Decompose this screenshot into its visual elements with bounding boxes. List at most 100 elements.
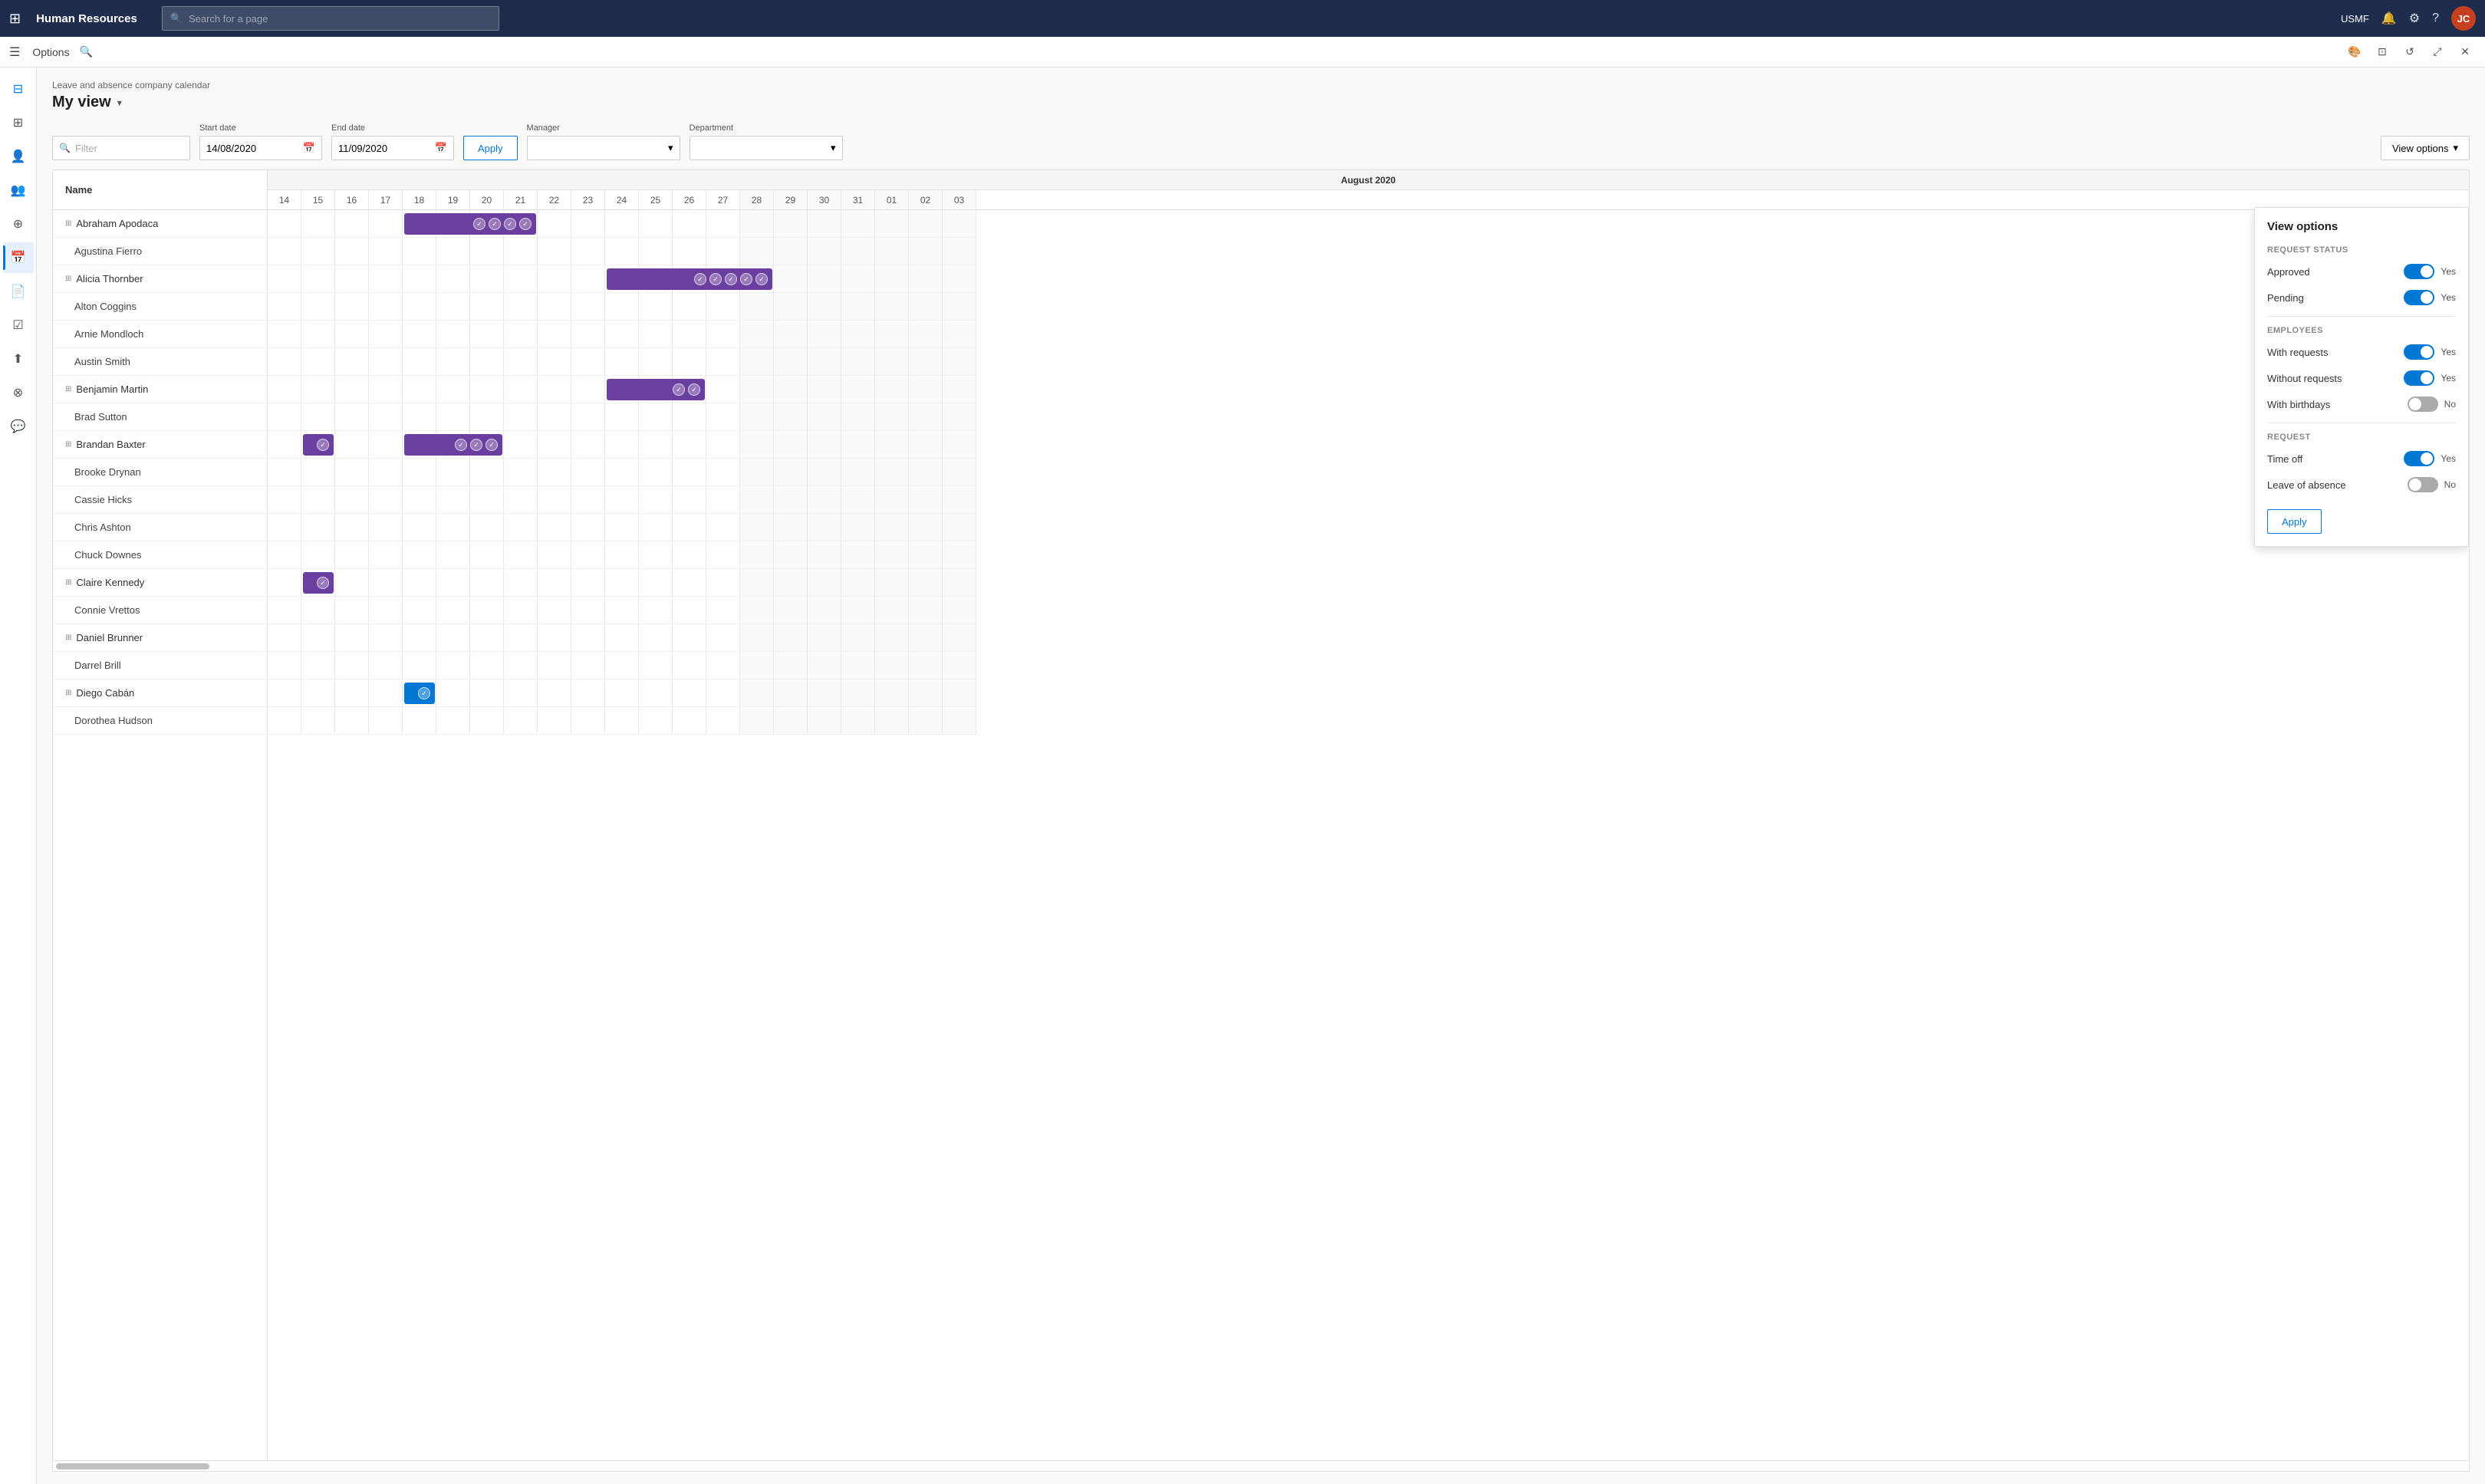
sidebar-item-filter[interactable]: ⊟ — [3, 74, 34, 104]
name-row-5[interactable]: Austin Smith — [53, 348, 267, 376]
department-dropdown[interactable]: ▾ — [690, 136, 843, 160]
grid-cell-5-9 — [571, 348, 605, 375]
name-row-16[interactable]: Darrel Brill — [53, 652, 267, 679]
event-block-row0[interactable]: ✓✓✓✓ — [404, 213, 536, 235]
expand-icon[interactable]: ⊞ — [65, 440, 71, 449]
grid-cell-14-15 — [774, 597, 808, 624]
apply-button[interactable]: Apply — [463, 136, 518, 160]
sidebar-item-network[interactable]: ⊗ — [3, 377, 34, 408]
name-row-14[interactable]: Connie Vrettos — [53, 597, 267, 624]
search-bar[interactable]: 🔍 Search for a page — [162, 6, 499, 31]
event-block-row8[interactable]: ✓✓✓ — [404, 434, 502, 456]
grid-icon[interactable]: ⊞ — [9, 11, 21, 27]
horizontal-scrollbar[interactable] — [52, 1461, 2470, 1472]
event-block-row17[interactable]: ✓ — [404, 683, 435, 704]
nav-search-button[interactable]: 🔍 — [79, 44, 94, 60]
sidebar-item-person[interactable]: 👤 — [3, 141, 34, 172]
name-row-17[interactable]: ⊞Diego Cabán — [53, 679, 267, 707]
sidebar-item-docs[interactable]: 📄 — [3, 276, 34, 307]
event-block-row13[interactable]: ✓ — [303, 572, 334, 594]
sidebar-item-dashboard[interactable]: ⊞ — [3, 107, 34, 138]
name-row-6[interactable]: ⊞Benjamin Martin — [53, 376, 267, 403]
sidebar-item-checklist[interactable]: ☑ — [3, 310, 34, 341]
sidebar-item-calendar[interactable]: 📅 — [3, 242, 34, 273]
name-row-18[interactable]: Dorothea Hudson — [53, 707, 267, 735]
grid-cell-7-13 — [706, 403, 740, 430]
title-chevron-icon[interactable]: ▾ — [117, 97, 122, 108]
grid-cell-13-20 — [943, 569, 976, 596]
help-icon[interactable]: ? — [2432, 12, 2439, 25]
split-icon[interactable]: ⊡ — [2371, 41, 2393, 63]
days-row: 1415161718192021222324252627282930310102… — [268, 190, 2469, 210]
event-block-row8[interactable]: ✓ — [303, 434, 334, 456]
sidebar-item-upload[interactable]: ⬆ — [3, 344, 34, 374]
pending-toggle[interactable] — [2404, 290, 2434, 305]
name-row-10[interactable]: Cassie Hicks — [53, 486, 267, 514]
event-check-icon: ✓ — [317, 577, 329, 589]
bell-icon[interactable]: 🔔 — [2381, 11, 2397, 26]
sidebar-item-team[interactable]: 👥 — [3, 175, 34, 206]
name-row-13[interactable]: ⊞Claire Kennedy — [53, 569, 267, 597]
name-col: Name ⊞Abraham ApodacaAgustina Fierro⊞Ali… — [53, 170, 268, 1460]
time-off-toggle[interactable] — [2404, 451, 2434, 466]
name-row-3[interactable]: Alton Coggins — [53, 293, 267, 321]
name-row-2[interactable]: ⊞Alicia Thornber — [53, 265, 267, 293]
expand-icon[interactable]: ⊞ — [65, 689, 71, 697]
grid-cell-14-14 — [740, 597, 774, 624]
paint-icon[interactable]: 🎨 — [2344, 41, 2365, 63]
with-birthdays-toggle[interactable] — [2408, 397, 2438, 412]
end-date-calendar-icon[interactable]: 📅 — [435, 142, 447, 154]
grid-cell-7-18 — [875, 403, 909, 430]
sidebar-item-chat[interactable]: 💬 — [3, 411, 34, 442]
grid-cell-16-16 — [808, 652, 841, 679]
expand-icon[interactable]: ⤢ — [2427, 41, 2448, 63]
name-row-15[interactable]: ⊞Daniel Brunner — [53, 624, 267, 652]
grid-cell-18-13 — [706, 707, 740, 734]
expand-icon[interactable]: ⊞ — [65, 578, 71, 587]
refresh-icon[interactable]: ↺ — [2399, 41, 2421, 63]
day-cell-02: 02 — [909, 190, 943, 209]
second-nav-actions: 🎨 ⊡ ↺ ⤢ ✕ — [2344, 41, 2476, 63]
without-requests-toggle[interactable] — [2404, 370, 2434, 386]
grid-cell-0-17 — [841, 210, 875, 237]
filter-input[interactable]: 🔍 Filter — [52, 136, 190, 160]
day-cell-16: 16 — [335, 190, 369, 209]
grid-cell-17-5 — [436, 679, 470, 706]
expand-icon[interactable]: ⊞ — [65, 385, 71, 393]
grid-cell-1-12 — [673, 238, 706, 265]
name-row-1[interactable]: Agustina Fierro — [53, 238, 267, 265]
name-row-0[interactable]: ⊞Abraham Apodaca — [53, 210, 267, 238]
hamburger-icon[interactable]: ☰ — [9, 44, 20, 60]
end-date-value: 11/09/2020 — [338, 143, 387, 154]
view-options-button[interactable]: View options ▾ — [2381, 136, 2470, 160]
grid-cell-10-7 — [504, 486, 538, 513]
day-cell-22: 22 — [538, 190, 571, 209]
filter-bar: 🔍 Filter Start date 14/08/2020 📅 End dat… — [52, 123, 2470, 160]
avatar[interactable]: JC — [2451, 6, 2476, 31]
panel-apply-button[interactable]: Apply — [2267, 509, 2322, 534]
grid-cell-4-15 — [774, 321, 808, 347]
sidebar-item-groups[interactable]: ⊕ — [3, 209, 34, 239]
manager-dropdown[interactable]: ▾ — [527, 136, 680, 160]
start-date-input[interactable]: 14/08/2020 📅 — [199, 136, 322, 160]
day-cell-27: 27 — [706, 190, 740, 209]
leave-of-absence-toggle[interactable] — [2408, 477, 2438, 492]
name-row-7[interactable]: Brad Sutton — [53, 403, 267, 431]
event-block-row2[interactable]: ✓✓✓✓✓ — [607, 268, 772, 290]
close-icon[interactable]: ✕ — [2454, 41, 2476, 63]
scrollbar-thumb[interactable] — [56, 1463, 209, 1469]
name-row-4[interactable]: Arnie Mondloch — [53, 321, 267, 348]
end-date-input[interactable]: 11/09/2020 📅 — [331, 136, 454, 160]
approved-toggle[interactable] — [2404, 264, 2434, 279]
with-requests-toggle[interactable] — [2404, 344, 2434, 360]
name-row-11[interactable]: Chris Ashton — [53, 514, 267, 541]
name-row-8[interactable]: ⊞Brandan Baxter — [53, 431, 267, 459]
name-row-12[interactable]: Chuck Downes — [53, 541, 267, 569]
event-block-row6[interactable]: ✓✓ — [607, 379, 705, 400]
expand-icon[interactable]: ⊞ — [65, 219, 71, 228]
expand-icon[interactable]: ⊞ — [65, 275, 71, 283]
expand-icon[interactable]: ⊞ — [65, 633, 71, 642]
name-row-9[interactable]: Brooke Drynan — [53, 459, 267, 486]
start-date-calendar-icon[interactable]: 📅 — [303, 142, 315, 154]
settings-icon[interactable]: ⚙ — [2409, 11, 2420, 26]
